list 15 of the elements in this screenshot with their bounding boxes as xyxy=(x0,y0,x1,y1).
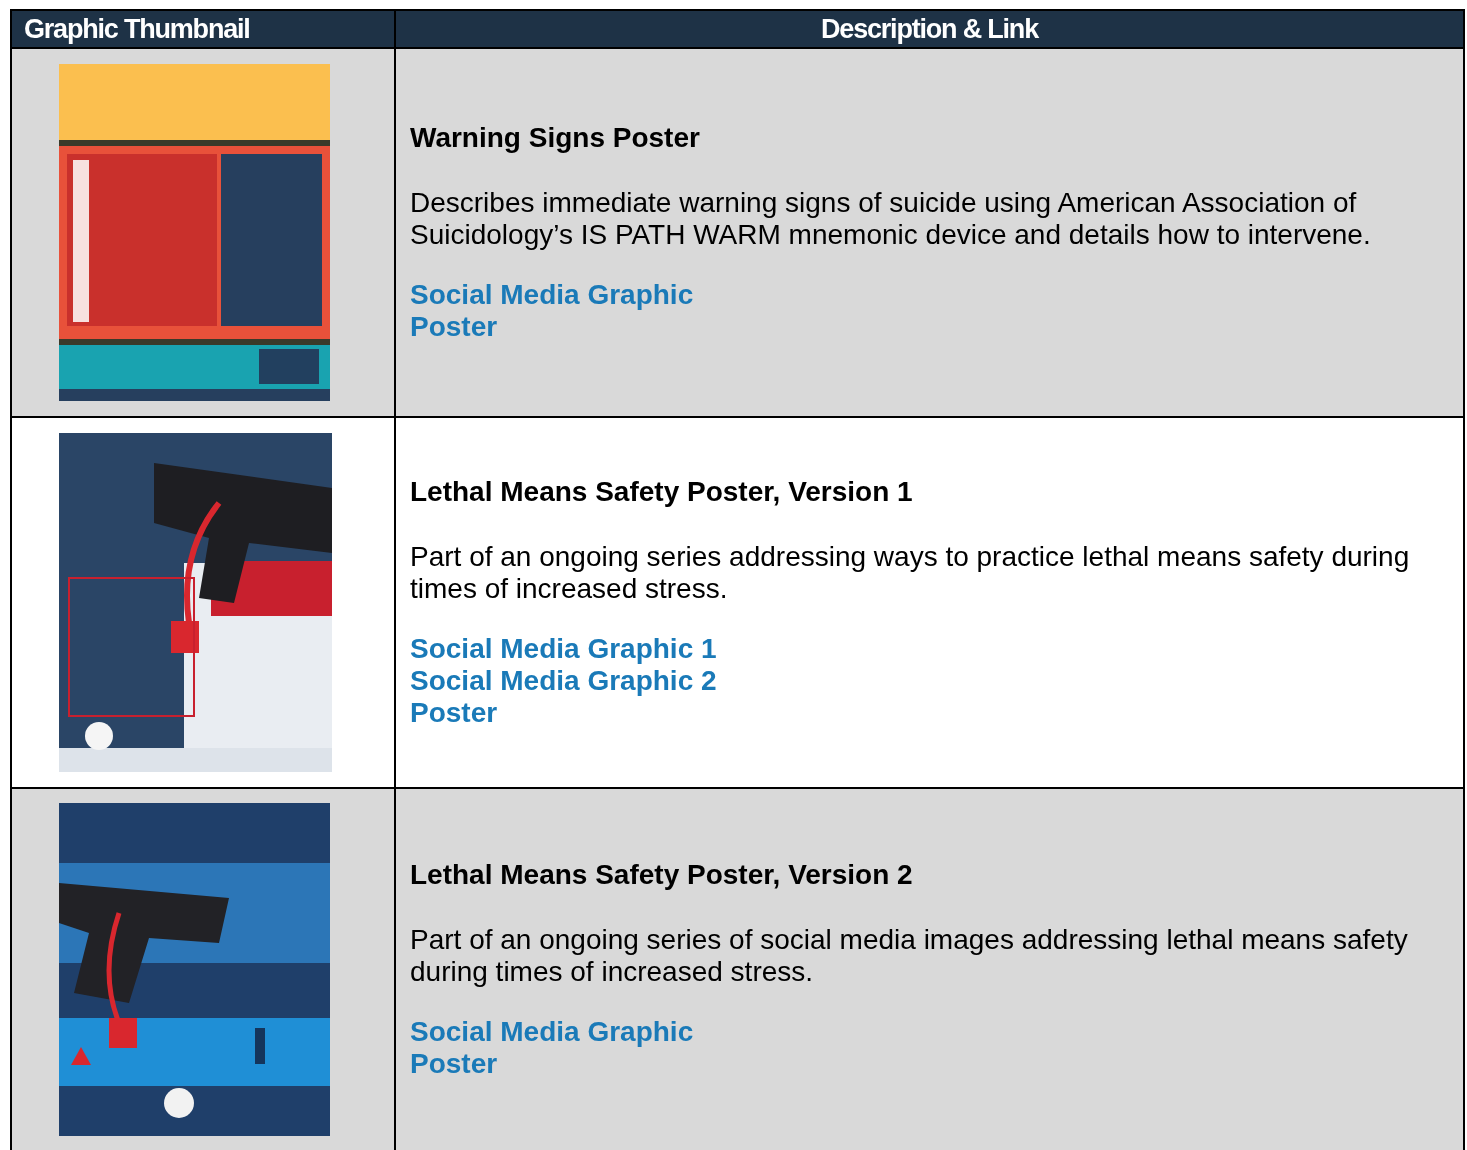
poster-description: Part of an ongoing series of social media images addressing lethal means safety during times of increased stress. xyxy=(410,924,1409,988)
poster-description: Describes immediate warning signs of suicide using American Association of Suicidology’s IS PATH WARM mnemonic device and details how to intervene. xyxy=(410,187,1372,251)
download-link[interactable]: Poster xyxy=(410,697,498,729)
download-link[interactable]: Social Media Graphic xyxy=(410,279,694,311)
poster-title: Lethal Means Safety Poster, Version 1 xyxy=(410,476,914,508)
poster-description: Part of an ongoing series addressing ways to practice lethal means safety during times of increased stress. xyxy=(410,541,1411,605)
download-link[interactable]: Poster xyxy=(410,311,498,343)
column-header: Description & Link xyxy=(395,10,1464,48)
download-link[interactable]: Social Media Graphic 1 xyxy=(410,633,717,665)
download-link[interactable]: Poster xyxy=(410,1048,498,1080)
download-link[interactable]: Social Media Graphic 2 xyxy=(410,665,717,697)
download-link[interactable]: Social Media Graphic xyxy=(410,1016,694,1048)
column-header: Graphic Thumbnail xyxy=(11,10,395,48)
poster-title: Warning Signs Poster xyxy=(410,122,701,154)
poster-title: Lethal Means Safety Poster, Version 2 xyxy=(410,859,914,891)
